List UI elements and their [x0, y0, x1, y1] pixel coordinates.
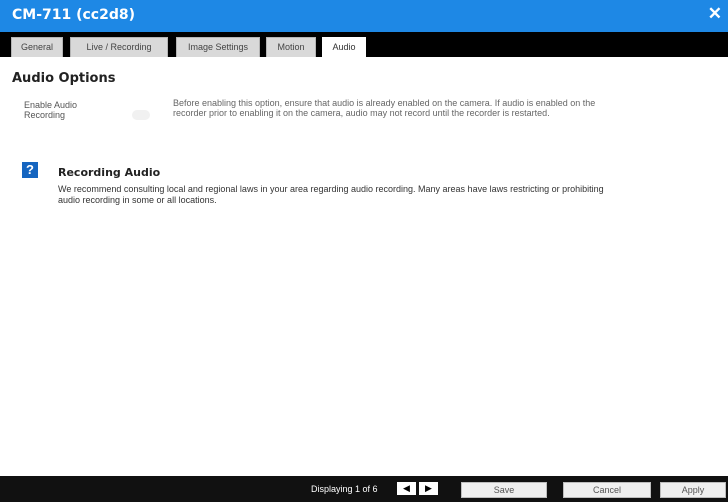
tab-live-recording[interactable]: Live / Recording	[70, 37, 168, 57]
recording-audio-heading: Recording Audio	[58, 166, 161, 179]
next-arrow-icon[interactable]: ▶	[419, 482, 438, 495]
tab-image-settings[interactable]: Image Settings	[176, 37, 260, 57]
audio-options-heading: Audio Options	[12, 71, 116, 86]
window-titlebar: CM-711 (cc2d8) ✕	[0, 0, 728, 32]
enable-audio-recording-label: Enable Audio Recording	[24, 100, 78, 120]
tab-audio[interactable]: Audio	[322, 37, 366, 58]
footer-bar: Displaying 1 of 6 ◀ ▶ Save Cancel Apply	[0, 476, 728, 502]
enable-audio-recording-toggle[interactable]	[132, 110, 150, 120]
tab-motion[interactable]: Motion	[266, 37, 316, 57]
pagination-status: Displaying 1 of 6	[311, 484, 378, 494]
audio-option-description: Before enabling this option, ensure that…	[173, 98, 596, 118]
close-icon[interactable]: ✕	[708, 4, 722, 24]
previous-arrow-icon[interactable]: ◀	[397, 482, 416, 495]
cancel-button[interactable]: Cancel	[563, 482, 651, 498]
window-title: CM-711 (cc2d8)	[12, 7, 136, 23]
apply-button[interactable]: Apply	[660, 482, 726, 498]
question-icon: ?	[22, 162, 38, 178]
save-button[interactable]: Save	[461, 482, 547, 498]
tab-bar: General Live / Recording Image Settings …	[0, 32, 728, 58]
recording-audio-text: We recommend consulting local and region…	[58, 184, 604, 205]
tab-general[interactable]: General	[11, 37, 63, 57]
